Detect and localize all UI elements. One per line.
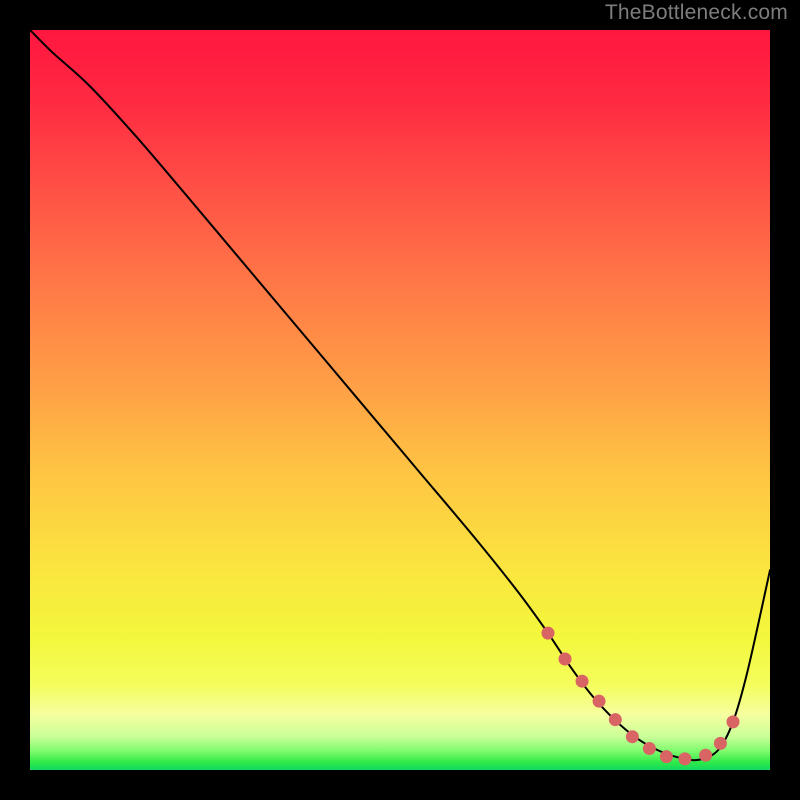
optimal-dot — [714, 737, 727, 750]
optimal-dot — [699, 749, 712, 762]
optimal-dot — [609, 713, 622, 726]
optimal-dot — [576, 675, 589, 688]
optimal-dot — [660, 750, 673, 763]
optimal-dot — [593, 695, 606, 708]
optimal-dot — [727, 715, 740, 728]
plot-area — [30, 30, 770, 770]
optimal-dot — [626, 730, 639, 743]
optimal-dot — [559, 653, 572, 666]
optimal-range-dots — [30, 30, 770, 770]
chart-frame: TheBottleneck.com — [0, 0, 800, 800]
optimal-dot — [542, 627, 555, 640]
optimal-dot — [643, 742, 656, 755]
optimal-dot — [678, 752, 691, 765]
watermark-text: TheBottleneck.com — [605, 1, 788, 25]
